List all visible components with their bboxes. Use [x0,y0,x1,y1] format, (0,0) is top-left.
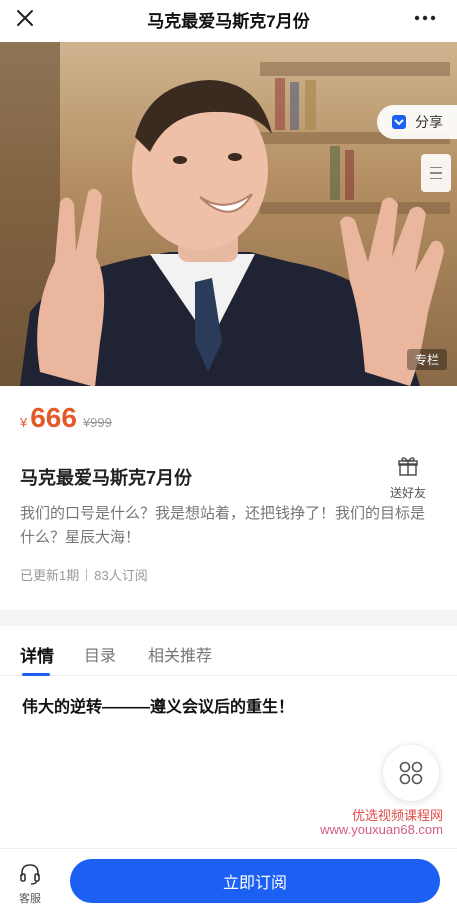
gift-label: 送好友 [389,486,426,500]
menu-line-icon [430,166,442,169]
tab-catalog[interactable]: 目录 [84,642,116,666]
subscribe-button[interactable]: 立即订阅 [70,859,440,903]
gift-button[interactable]: 送好友 [383,455,433,501]
cover-image: 分享 专栏 [0,42,457,386]
original-price: ¥999 [82,415,112,430]
price-row: ¥ 666 ¥999 [20,402,112,434]
menu-line-icon [430,172,442,174]
currency-symbol: ¥ [20,415,28,430]
product-title: 马克最爱马斯克7月份 [20,468,193,488]
price: 666 [30,402,77,433]
share-icon [392,115,406,129]
headset-icon [20,864,40,885]
share-label: 分享 [415,114,443,130]
subscriber-count: 83人订阅 [94,568,148,583]
tab-bar: 详情 目录 相关推荐 [0,626,457,676]
gift-icon [398,457,418,476]
top-bar: 马克最爱马斯克7月份 [0,0,457,40]
floating-menu-button[interactable] [383,745,439,801]
page-title: 马克最爱马斯克7月份 [147,12,310,31]
active-tab-indicator [22,673,50,676]
update-count: 已更新1期 [20,568,80,583]
cover-photo [0,42,450,386]
customer-service-button[interactable]: 客服 [10,863,50,904]
customer-service-label: 客服 [19,893,41,904]
product-description: 我们的口号是什么？我是想站着，还把钱挣了！我们的目标是什么？星辰大海！ [20,505,426,546]
column-badge: 专栏 [406,349,447,370]
tab-details[interactable]: 详情 [20,642,54,667]
bottom-bar: 客服 立即订阅 [0,848,457,904]
product-meta: 已更新1期 83人订阅 [20,565,148,584]
menu-line-icon [430,177,442,180]
detail-heading: 伟大的逆转———遵义会议后的重生！ [22,699,295,716]
watermark-url: www.youxuan68.com [320,822,443,837]
more-icon[interactable] [413,6,437,30]
divider [86,568,88,581]
tab-related[interactable]: 相关推荐 [148,642,212,666]
section-divider [0,610,457,626]
grid-icon [399,761,423,785]
share-button[interactable]: 分享 [377,105,457,139]
menu-toggle[interactable] [421,154,451,192]
